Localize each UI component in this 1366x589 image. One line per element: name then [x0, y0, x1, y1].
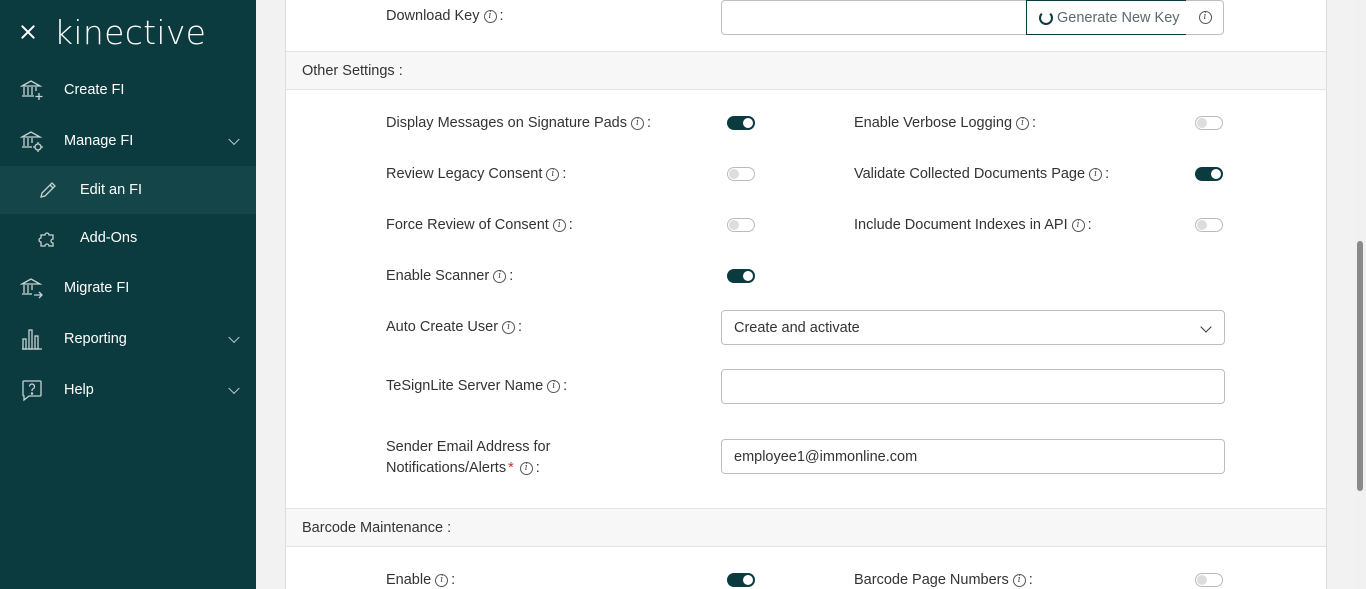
help-bubble-icon [20, 378, 44, 402]
sender-email-input[interactable] [721, 439, 1225, 474]
required-marker: * [508, 460, 514, 476]
info-icon[interactable]: i [519, 462, 533, 475]
sidebar-item-edit-fi[interactable]: Edit an FI [0, 166, 256, 214]
puzzle-icon [38, 228, 58, 248]
tesignlite-server-input[interactable] [721, 369, 1225, 404]
scrollbar-thumb[interactable] [1357, 241, 1363, 491]
sidebar-item-label: Create FI [64, 81, 125, 98]
download-key-input[interactable] [721, 0, 1027, 35]
settings-panel: Download Key i : Generate New Key i Othe… [285, 0, 1327, 589]
info-icon: i [1198, 11, 1212, 24]
barcode-page-numbers-label: Barcode Page Numbers i : [854, 572, 1033, 588]
barcode-page-numbers-toggle[interactable] [1195, 573, 1223, 587]
enable-scanner-label: Enable Scanner i : [386, 268, 514, 284]
sidebar-item-reporting[interactable]: Reporting [0, 313, 256, 364]
sidebar-item-manage-fi[interactable]: Manage FI [0, 115, 256, 166]
validate-documents-toggle[interactable] [1195, 167, 1223, 181]
force-review-label: Force Review of Consent i : [386, 217, 573, 233]
info-icon[interactable]: i [502, 320, 516, 334]
info-icon[interactable]: i [1016, 116, 1030, 130]
other-settings-header: Other Settings : [286, 51, 1326, 90]
review-legacy-consent-label: Review Legacy Consent i : [386, 166, 567, 182]
bank-gear-icon [20, 129, 44, 153]
barcode-maintenance-header: Barcode Maintenance : [286, 508, 1326, 547]
sidebar-item-migrate-fi[interactable]: Migrate FI [0, 262, 256, 313]
tesignlite-label: TeSignLite Server Name i : [386, 378, 568, 394]
sidebar-item-label: Reporting [64, 330, 127, 347]
validate-documents-label: Validate Collected Documents Page i : [854, 166, 1110, 182]
sidebar-item-add-ons[interactable]: Add-Ons [0, 214, 256, 262]
chevron-down-icon [228, 331, 240, 343]
verbose-logging-toggle[interactable] [1195, 116, 1223, 130]
sidebar: kinective Create FI Manage FI Edit an FI… [0, 0, 256, 589]
chevron-down-icon [1200, 321, 1212, 333]
sidebar-item-label: Manage FI [64, 132, 134, 149]
info-icon[interactable]: i [493, 269, 507, 283]
enable-scanner-toggle[interactable] [727, 269, 755, 283]
sidebar-item-label: Add-Ons [80, 230, 138, 246]
info-icon[interactable]: i [552, 218, 566, 232]
close-icon[interactable] [20, 24, 36, 40]
info-icon[interactable]: i [1012, 573, 1026, 587]
info-icon[interactable]: i [1071, 218, 1085, 232]
download-key-label: Download Key i : [386, 8, 504, 24]
info-icon[interactable]: i [483, 9, 497, 23]
bar-chart-icon [20, 327, 44, 351]
sidebar-item-label: Migrate FI [64, 279, 130, 296]
verbose-logging-label: Enable Verbose Logging i : [854, 115, 1037, 131]
sidebar-item-create-fi[interactable]: Create FI [0, 64, 256, 115]
document-indexes-label: Include Document Indexes in API i : [854, 217, 1092, 233]
review-legacy-consent-toggle[interactable] [727, 167, 755, 181]
sidebar-header: kinective [0, 0, 256, 64]
logo: kinective [54, 12, 207, 52]
sender-email-label: Sender Email Address for Notifications/A… [386, 437, 550, 479]
sidebar-item-label: Help [64, 381, 94, 398]
main-content: Download Key i : Generate New Key i Othe… [256, 0, 1354, 589]
bank-add-icon [20, 78, 44, 102]
generate-new-key-button[interactable]: Generate New Key [1026, 0, 1193, 35]
download-key-info-button[interactable]: i [1186, 0, 1224, 35]
sidebar-item-help[interactable]: Help [0, 364, 256, 415]
spinner-icon [1039, 10, 1053, 25]
document-indexes-toggle[interactable] [1195, 218, 1223, 232]
barcode-enable-label: Enable i : [386, 572, 456, 588]
info-icon[interactable]: i [547, 379, 561, 393]
info-icon[interactable]: i [631, 116, 644, 130]
barcode-enable-toggle[interactable] [727, 573, 755, 587]
chevron-down-icon [228, 382, 240, 394]
pencil-icon [38, 180, 58, 200]
info-icon[interactable]: i [1089, 167, 1103, 181]
sidebar-item-label: Edit an FI [80, 182, 143, 198]
info-icon[interactable]: i [546, 167, 560, 181]
force-review-toggle[interactable] [727, 218, 755, 232]
info-icon[interactable]: i [435, 573, 449, 587]
bank-arrow-icon [20, 276, 44, 300]
auto-create-user-label: Auto Create User i : [386, 319, 523, 335]
display-messages-toggle[interactable] [727, 116, 755, 130]
chevron-down-icon [228, 133, 240, 145]
auto-create-user-select[interactable]: Create and activate [721, 310, 1225, 345]
vertical-scrollbar[interactable] [1354, 0, 1366, 589]
display-messages-label: Display Messages on Signature Pads i : [386, 115, 652, 131]
